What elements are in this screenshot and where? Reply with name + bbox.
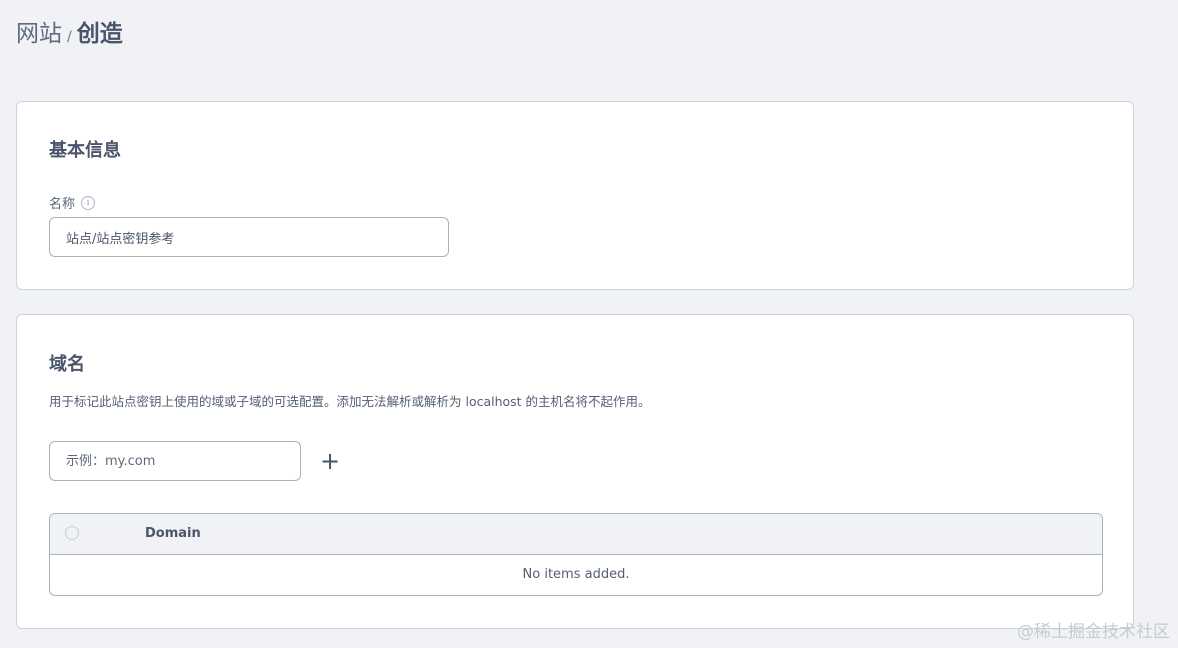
add-domain-button[interactable]: + [317,447,343,475]
table-header: Domain [50,514,1102,555]
empty-state-text: No items added. [522,567,630,582]
watermark: @稀土掘金技术社区 [1017,622,1170,642]
domain-input[interactable] [49,441,301,481]
column-header-domain[interactable]: Domain [145,526,201,541]
breadcrumb: 网站 / 创造 [16,14,123,48]
domain-title: 域名 [49,354,85,375]
domain-card: 域名 用于标记此站点密钥上使用的域或子域的可选配置。添加无法解析或解析为 loc… [16,314,1134,629]
domain-description: 用于标记此站点密钥上使用的域或子域的可选配置。添加无法解析或解析为 localh… [49,394,651,409]
name-label-text: 名称 [49,197,76,212]
plus-icon: + [319,447,341,475]
domain-table: Domain No items added. [49,513,1103,596]
basic-info-title: 基本信息 [49,140,121,161]
page-title: 创造 [76,21,123,47]
breadcrumb-parent[interactable]: 网站 [16,14,62,48]
name-input[interactable] [49,217,449,257]
basic-info-card: 基本信息 名称 i [16,101,1134,290]
name-field-label: 名称 i [49,193,96,212]
select-all-radio[interactable] [65,526,79,540]
info-icon[interactable]: i [81,195,96,210]
breadcrumb-separator: / [67,29,72,45]
